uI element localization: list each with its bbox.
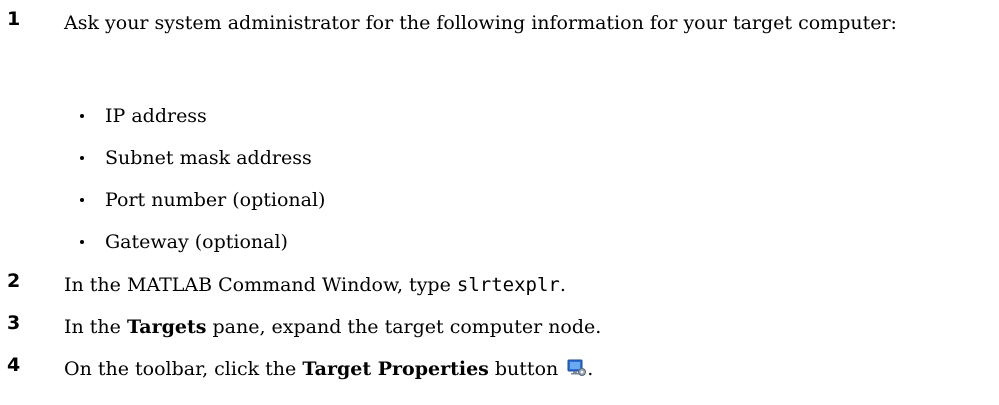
- target-properties-icon: [567, 354, 587, 376]
- bullet-text: Port number (optional): [105, 189, 326, 211]
- bullet-text: Subnet mask address: [105, 147, 312, 169]
- step-text-segment: In the MATLAB Command Window, type: [64, 274, 457, 296]
- bullet-dot: [80, 114, 84, 118]
- step-text: In the MATLAB Command Window, type slrte…: [64, 268, 994, 302]
- step-number: 2: [7, 270, 21, 292]
- bullet-text: IP address: [105, 105, 207, 127]
- bullet-dot: [80, 156, 84, 160]
- bullet-text: Gateway (optional): [105, 231, 288, 253]
- step-text: In the Targets pane, expand the target c…: [64, 310, 994, 344]
- step-text: On the toolbar, click the Target Propert…: [64, 352, 994, 386]
- step-number: 3: [7, 312, 21, 334]
- step-number: 4: [7, 354, 21, 376]
- step-number: 1: [7, 8, 21, 30]
- command-code: slrtexplr: [456, 274, 560, 296]
- pane-name: Targets: [126, 316, 207, 338]
- step-text-segment: On the toolbar, click the: [64, 358, 303, 380]
- step-text-segment: .: [559, 274, 566, 296]
- step-text: Ask your system administrator for the fo…: [64, 12, 897, 34]
- bullet-dot: [80, 240, 84, 244]
- step-text-segment: button: [488, 358, 565, 380]
- step-text-segment: .: [587, 358, 594, 380]
- step-text-segment: In the: [64, 316, 127, 338]
- button-name: Target Properties: [302, 358, 489, 380]
- step-text-segment: pane, expand the target computer node.: [206, 316, 602, 338]
- bullet-dot: [80, 198, 84, 202]
